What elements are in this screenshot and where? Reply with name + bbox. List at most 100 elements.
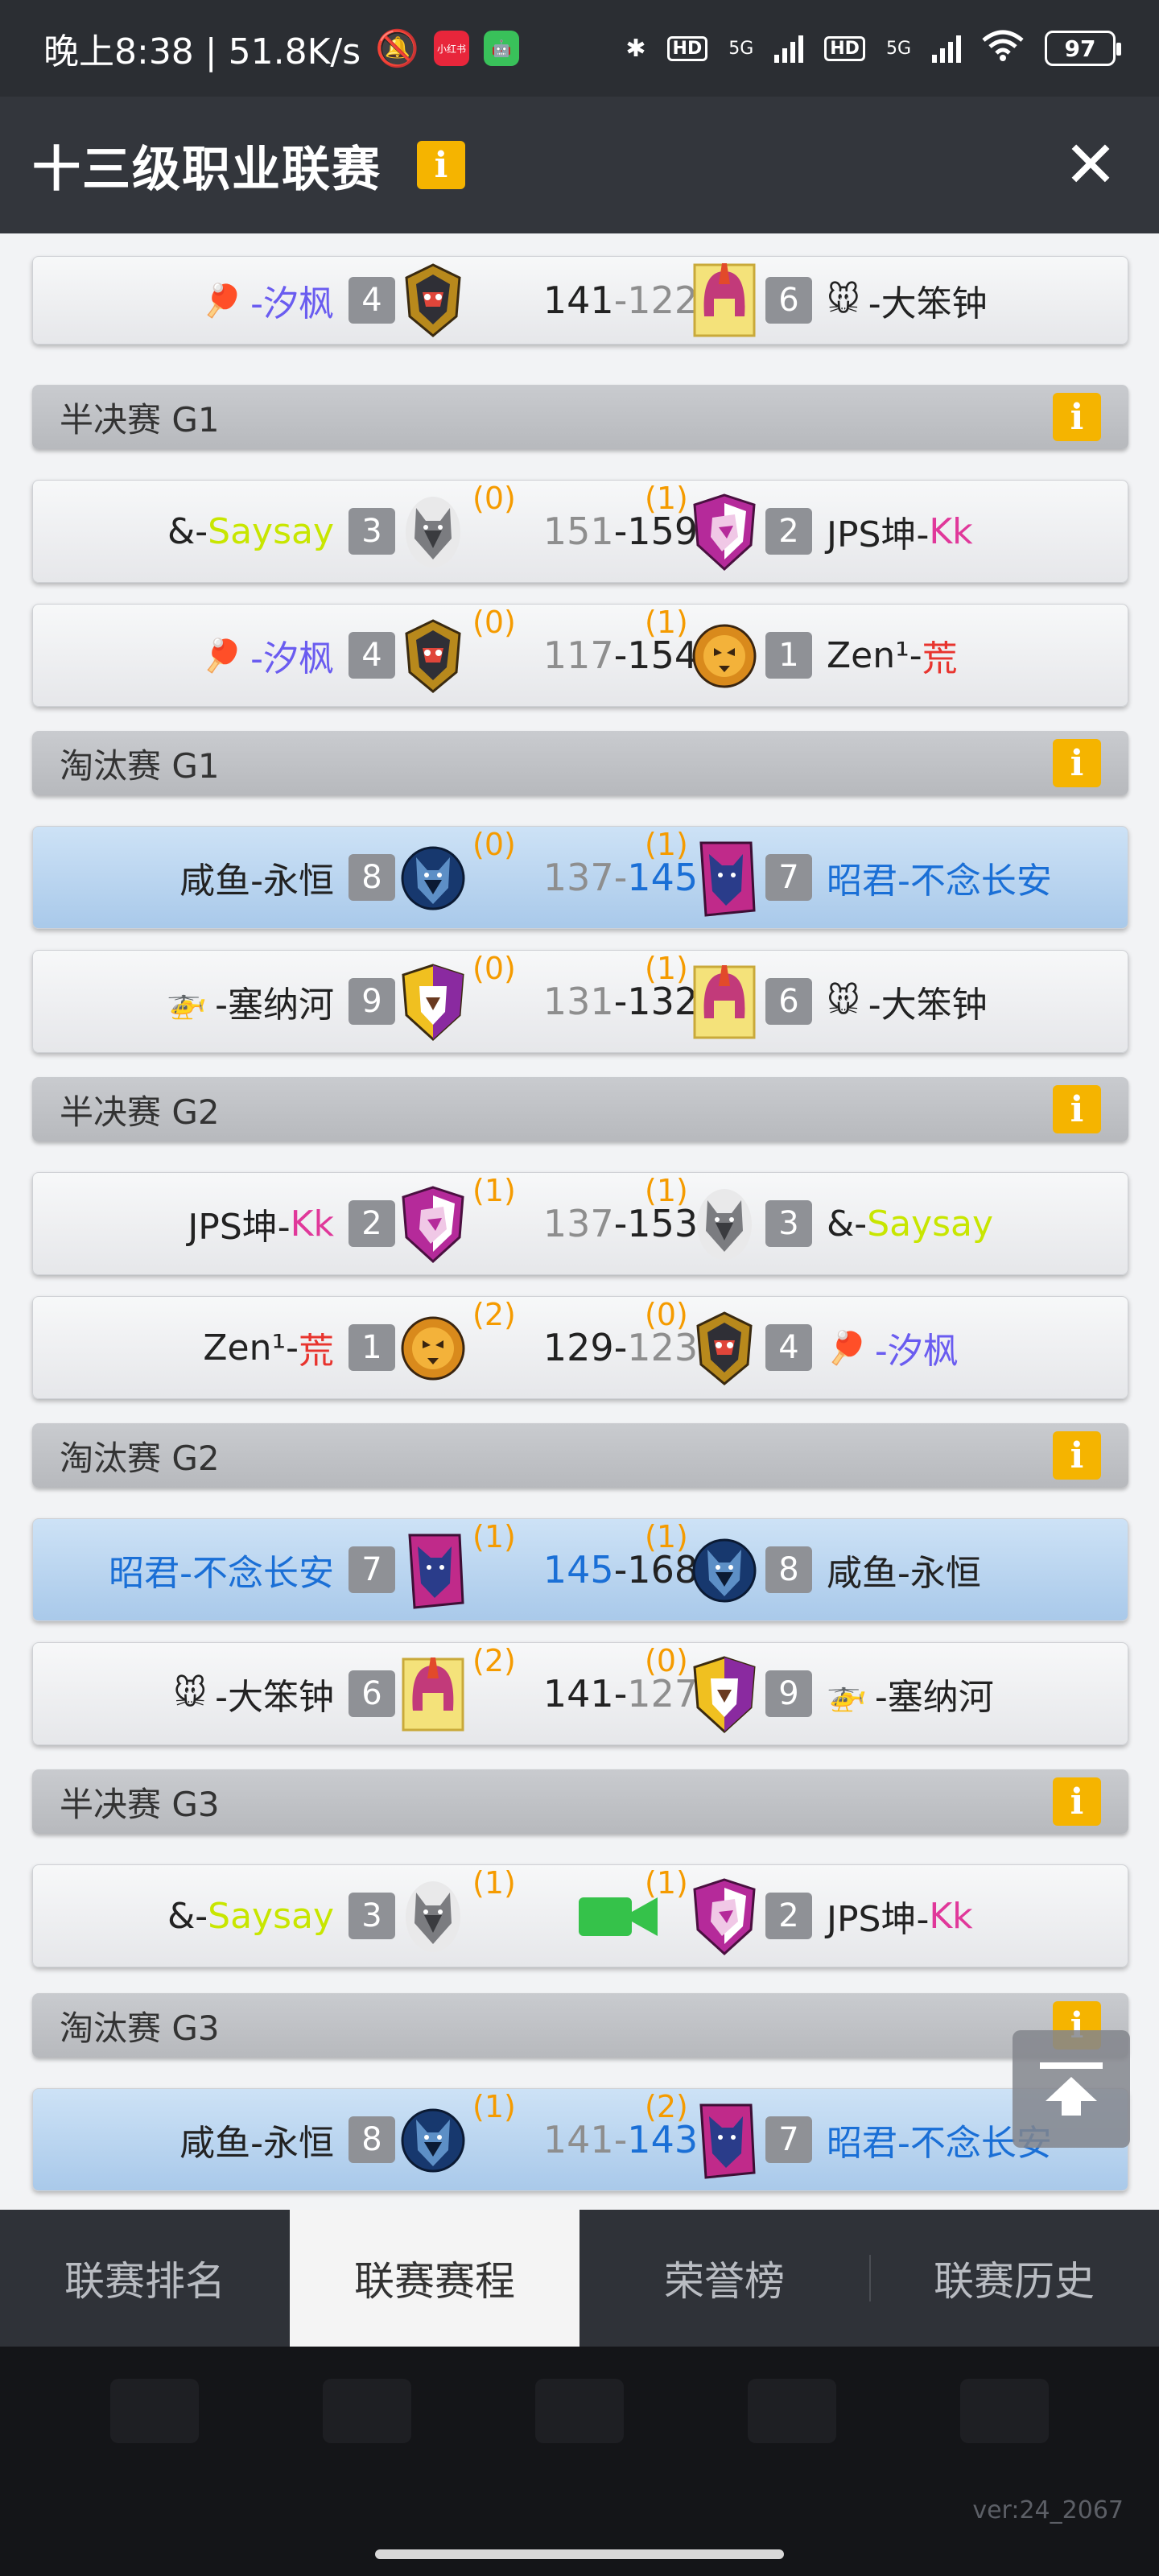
team-name: -大笨钟: [868, 283, 988, 324]
team-name: Kk: [929, 1895, 973, 1937]
team-left[interactable]: 咸鱼-永恒 8: [179, 827, 395, 928]
team-logo-wolf-blue: [398, 2100, 468, 2181]
seed-badge: 4: [765, 1324, 812, 1371]
tab-honors[interactable]: 荣誉榜: [580, 2210, 869, 2347]
series-wins: (2): [472, 1643, 516, 1678]
close-button[interactable]: ✕: [1054, 133, 1127, 197]
info-button[interactable]: i: [417, 141, 465, 189]
team-prefix: &-: [167, 510, 208, 552]
team-left[interactable]: 昭君-不念长安 7: [109, 1519, 395, 1620]
match-row[interactable]: JPS坤- Kk 2 (1) 137-153 (1) 3 &- Saysay: [32, 1172, 1128, 1275]
match-row[interactable]: 咸鱼-永恒 8 (1) 141-143 (2) 7 昭君-不念长安: [32, 2088, 1128, 2191]
seed-badge: 8: [765, 1546, 812, 1593]
team-right[interactable]: 2 JPS坤- Kk: [765, 481, 973, 582]
team-left[interactable]: 🚁 -塞纳河 9: [167, 951, 395, 1052]
team-left[interactable]: &- Saysay 3: [167, 1865, 395, 1967]
team-icon: 🐭: [827, 983, 860, 1020]
arrow-up-icon: [1046, 2077, 1097, 2116]
xiaohongshu-icon: 小红书: [433, 31, 469, 66]
match-row[interactable]: Zen¹- 荒 1 (2) 129-123 (0) 4 🏓 -汐枫: [32, 1296, 1128, 1399]
team-icon: 🚁: [167, 983, 208, 1021]
round-title: 半决赛 G1: [60, 399, 220, 440]
match-row[interactable]: 🏓 -汐枫 4 141-122 6 🐭 -大笨钟: [32, 256, 1128, 345]
team-name: -塞纳河: [215, 985, 334, 1026]
tab-schedule[interactable]: 联赛赛程: [290, 2210, 580, 2347]
seed-badge: 2: [349, 1200, 395, 1247]
schedule-list[interactable]: 🏓 -汐枫 4 141-122 6 🐭 -大笨钟 半决赛 G1 i &- Says…: [0, 233, 1159, 2210]
team-right[interactable]: 3 &- Saysay: [765, 1173, 993, 1274]
team-left[interactable]: 🏓 -汐枫 4: [202, 257, 395, 344]
wifi-icon: [982, 29, 1024, 68]
team-name: -汐枫: [250, 283, 334, 324]
team-name: Saysay: [867, 1203, 994, 1245]
match-row[interactable]: &- Saysay 3 (1) (1) 2 JPS坤- Kk: [32, 1864, 1128, 1967]
round-info-button[interactable]: i: [1053, 739, 1101, 787]
round-title: 半决赛 G2: [60, 1092, 220, 1132]
team-icon: 🐭: [173, 1675, 208, 1712]
team-right[interactable]: 9 🚁 -塞纳河: [765, 1643, 994, 1744]
round-info-button[interactable]: i: [1053, 393, 1101, 441]
back-to-top-button[interactable]: [1013, 2030, 1130, 2148]
team-logo-spartan: [690, 962, 759, 1042]
team-name: 昭君-不念长安: [827, 861, 1052, 902]
team-left[interactable]: 咸鱼-永恒 8: [179, 2089, 395, 2190]
team-left[interactable]: 🐭 -大笨钟 6: [173, 1643, 395, 1744]
round-header: 淘汰赛 G2 i: [32, 1423, 1128, 1488]
team-left[interactable]: JPS坤- Kk 2: [188, 1173, 395, 1274]
match-row[interactable]: 昭君-不念长安 7 (1) 145-168 (1) 8 咸鱼-永恒: [32, 1518, 1128, 1621]
match-row[interactable]: 🚁 -塞纳河 9 (0) 131-132 (1) 6 🐭 -大笨钟: [32, 950, 1128, 1053]
team-left[interactable]: &- Saysay 3: [167, 481, 395, 582]
team-logo-wolf: [398, 492, 468, 572]
team-left[interactable]: Zen¹- 荒 1: [203, 1297, 395, 1398]
team-logo-wolf-blue: [398, 838, 468, 919]
round-header: 淘汰赛 G3 i: [32, 1993, 1128, 2058]
home-indicator[interactable]: [375, 2549, 784, 2559]
round-header: 半决赛 G2 i: [32, 1077, 1128, 1141]
status-bar: 晚上8:38 | 51.8K/s 🔕 小红书 🤖 ✱ HD 5G HD 5G 9…: [0, 0, 1159, 97]
round-info-button[interactable]: i: [1053, 1777, 1101, 1826]
series-wins: (1): [472, 1519, 516, 1554]
series-wins: (1): [645, 827, 688, 862]
hd-badge-2: HD: [824, 35, 865, 61]
team-right[interactable]: 7 昭君-不念长安: [765, 827, 1052, 928]
seed-badge: 6: [765, 978, 812, 1025]
status-time: 晚上8:38 | 51.8K/s: [43, 31, 361, 72]
seed-badge: 9: [765, 1670, 812, 1717]
team-right[interactable]: 6 🐭 -大笨钟: [765, 951, 988, 1052]
round-info-button[interactable]: i: [1053, 1085, 1101, 1133]
team-logo-knight: [398, 260, 468, 341]
match-row[interactable]: 🏓 -汐枫 4 (0) 117-154 (1) 1 Zen¹- 荒: [32, 604, 1128, 707]
team-right[interactable]: 7 昭君-不念长安: [765, 2089, 1052, 2190]
team-name: Saysay: [208, 1895, 334, 1937]
team-name: Kk: [290, 1203, 334, 1245]
seed-badge: 7: [765, 854, 812, 901]
seed-badge: 4: [349, 632, 395, 679]
page-title: 十三级职业联赛: [32, 141, 382, 198]
seed-badge: 2: [765, 508, 812, 555]
team-right[interactable]: 4 🏓 -汐枫: [765, 1297, 959, 1398]
team-name: -大笨钟: [215, 1677, 334, 1718]
tab-standings[interactable]: 联赛排名: [0, 2210, 290, 2347]
match-row[interactable]: 咸鱼-永恒 8 (0) 137-145 (1) 7 昭君-不念长安: [32, 826, 1128, 929]
status-left: 晚上8:38 | 51.8K/s 🔕 小红书 🤖: [43, 23, 519, 74]
team-left[interactable]: 🏓 -汐枫 4: [202, 605, 395, 706]
match-row[interactable]: &- Saysay 3 (0) 151-159 (1) 2 JPS坤- Kk: [32, 480, 1128, 583]
tab-history[interactable]: 联赛历史: [869, 2210, 1159, 2347]
team-icon: 🐭: [827, 282, 860, 319]
team-name: 昭君-不念长安: [109, 1553, 334, 1594]
team-right[interactable]: 2 JPS坤- Kk: [765, 1865, 973, 1967]
series-wins: (1): [645, 1865, 688, 1901]
team-name: -塞纳河: [874, 1677, 994, 1718]
team-right[interactable]: 8 咸鱼-永恒: [765, 1519, 981, 1620]
match-row[interactable]: 🐭 -大笨钟 6 (2) 141-127 (0) 9 🚁 -塞纳河: [32, 1642, 1128, 1745]
team-prefix: Zen¹-: [203, 1327, 299, 1368]
team-right[interactable]: 1 Zen¹- 荒: [765, 605, 958, 706]
team-right[interactable]: 6 🐭 -大笨钟: [765, 257, 988, 344]
round-info-button[interactable]: i: [1053, 1431, 1101, 1480]
ghost-nav-icon: [535, 2379, 624, 2443]
series-wins: (1): [645, 1519, 688, 1554]
team-name: -汐枫: [874, 1331, 959, 1372]
team-logo-knight: [398, 616, 468, 696]
team-name: 咸鱼-永恒: [179, 861, 334, 902]
hd-badge: HD: [666, 35, 708, 61]
